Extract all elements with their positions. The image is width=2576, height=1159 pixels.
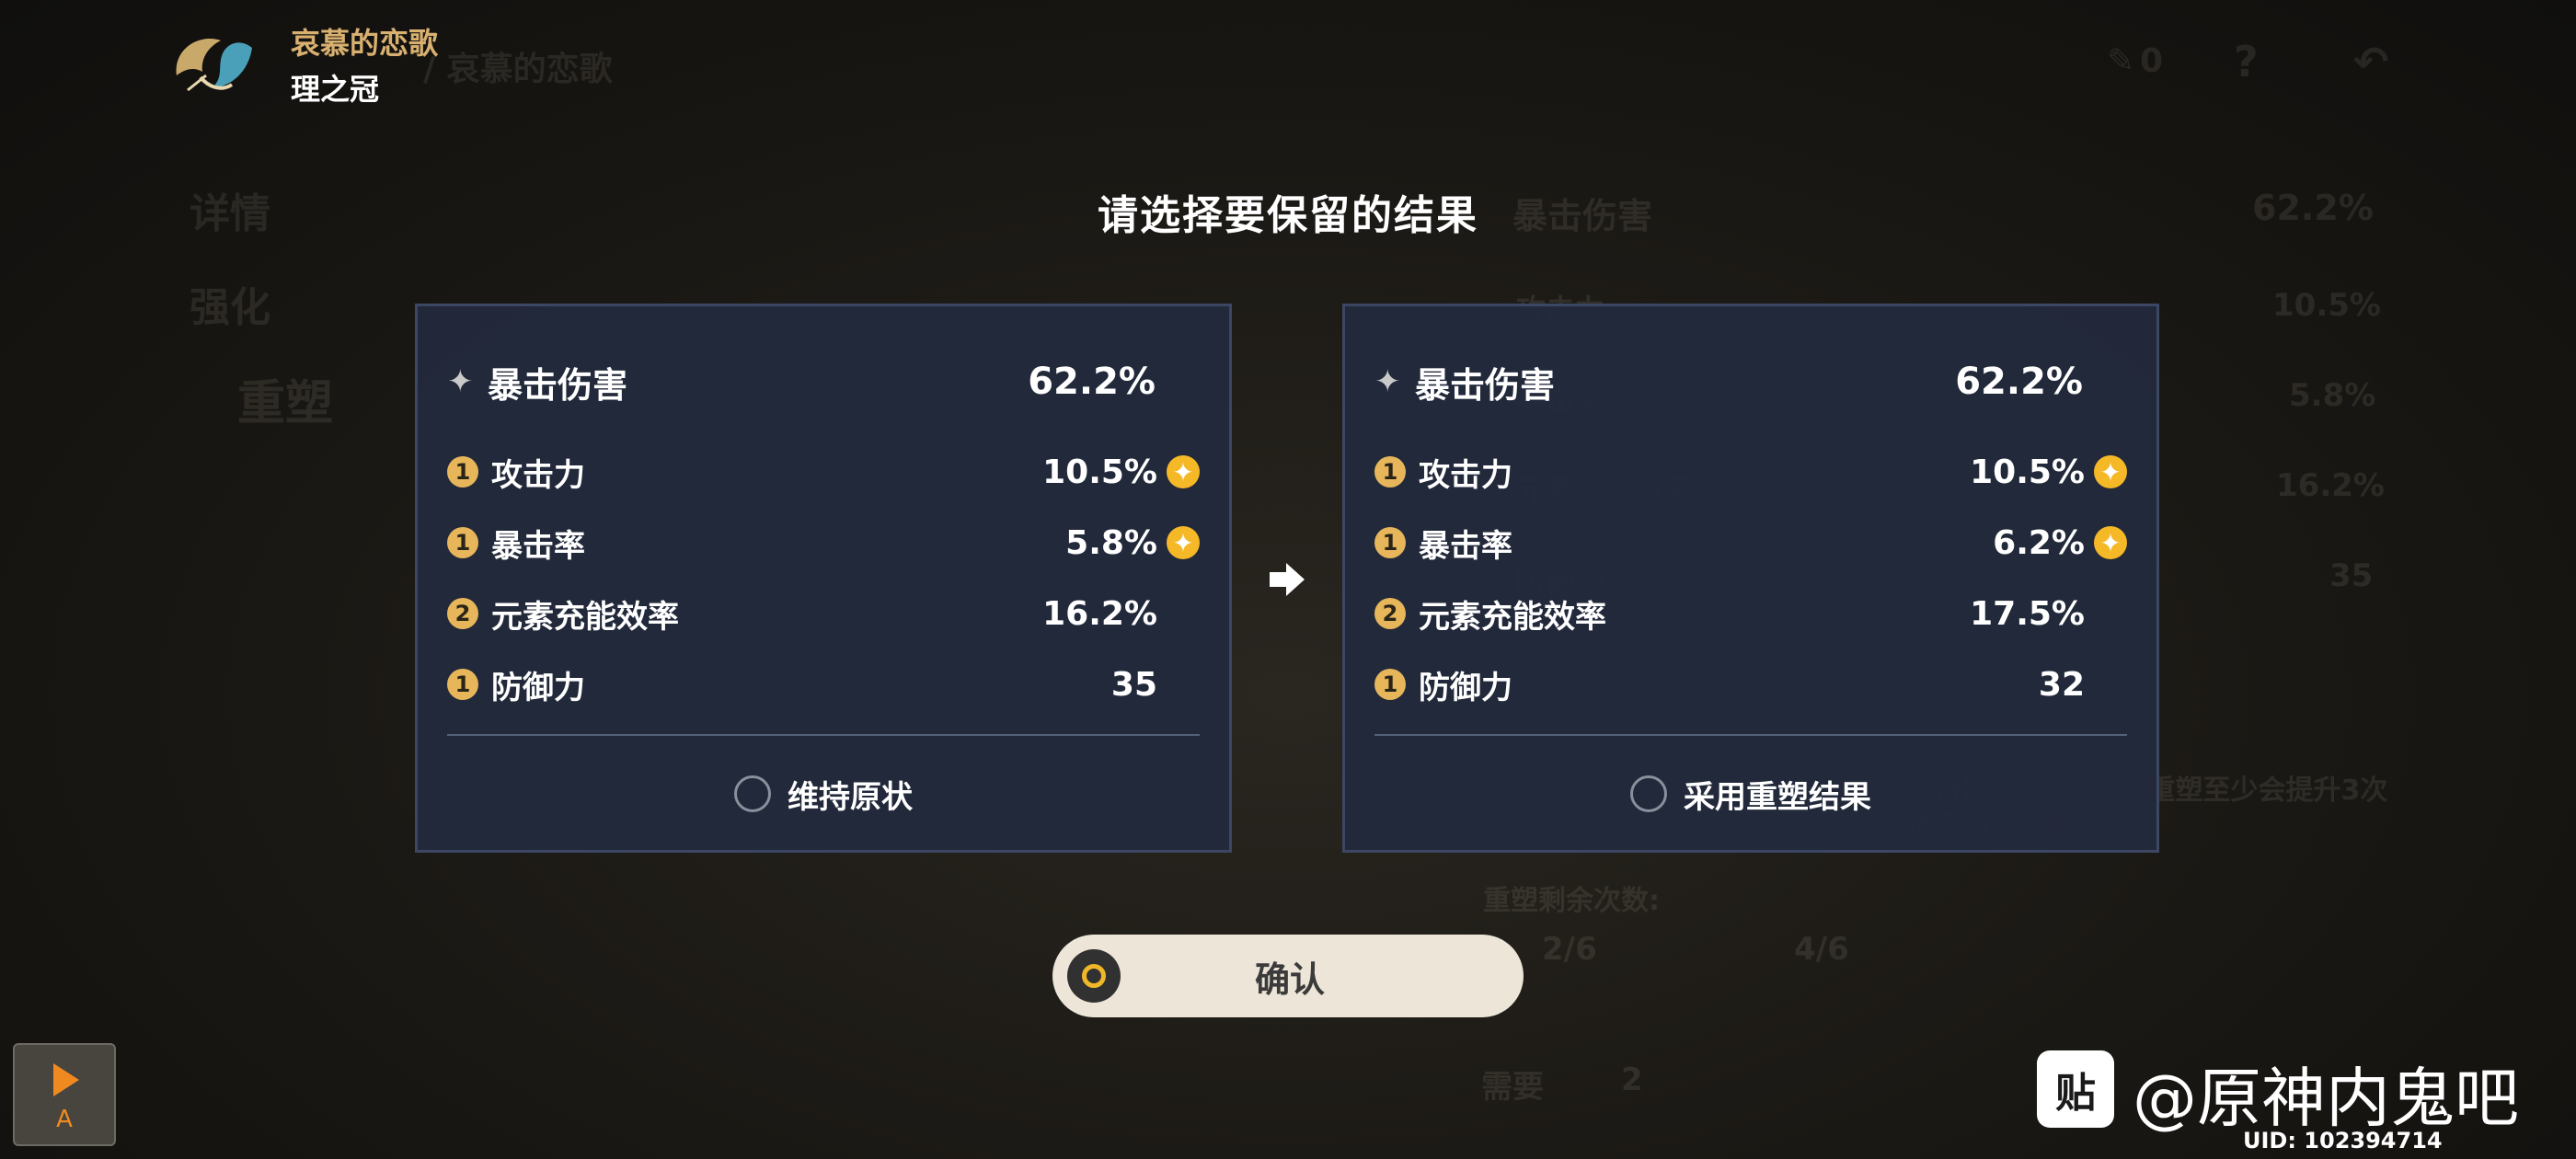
original-result-panel[interactable]: ✦ 暴击伤害 62.2% 1 攻击力 10.5% ✦ 1 暴击率 5.8% ✦ … (415, 304, 1232, 853)
substat-name: 暴击率 (491, 527, 585, 565)
sparkle-icon: ✦ (447, 363, 474, 400)
roll-count-badge: 1 (1374, 527, 1406, 558)
reshape-result-panel[interactable]: ✦ 暴击伤害 62.2% 1 攻击力 10.5% ✦ 1 暴击率 6.2% ✦ … (1342, 304, 2159, 853)
bg-sub-value-2: 16.2% (2276, 467, 2385, 504)
substat-row: 1 防御力 35 (447, 657, 1200, 712)
substat-row: 2 元素充能效率 16.2% (447, 586, 1200, 641)
radio-button[interactable] (1630, 775, 1667, 812)
roll-count-badge: 1 (1374, 669, 1406, 700)
bg-need-value: 2 (1621, 1061, 1643, 1098)
main-stat-row: ✦ 暴击伤害 62.2% (1374, 352, 2083, 411)
bg-sub-value-1: 5.8% (2289, 377, 2376, 414)
substat-row: 2 元素充能效率 17.5% (1374, 586, 2127, 641)
substat-row: 1 防御力 32 (1374, 657, 2127, 712)
artifact-set-name: 哀慕的恋歌 (291, 26, 439, 61)
substat-row: 1 暴击率 6.2% ✦ (1374, 515, 2127, 570)
keep-original-label: 维持原状 (788, 778, 913, 816)
bg-breadcrumb: / 哀慕的恋歌 (423, 51, 613, 88)
substat-row: 1 暴击率 5.8% ✦ (447, 515, 1200, 570)
star-upgrade-icon: ✦ (2094, 455, 2127, 488)
bg-feather-icon: ✎ (2107, 42, 2135, 80)
uid-text: UID: 102394714 (2243, 1128, 2443, 1153)
roll-count-badge: 2 (447, 598, 478, 629)
use-reshape-option[interactable]: 采用重塑结果 (1345, 762, 2156, 826)
substat-row: 1 攻击力 10.5% ✦ (1374, 444, 2127, 499)
watermark-text: @原神内鬼吧 (2133, 1061, 2519, 1136)
substat-value: 16.2% (1042, 594, 1157, 633)
bg-sub-value-0: 10.5% (2272, 287, 2381, 324)
substat-name: 防御力 (491, 669, 585, 706)
bg-progress-to: 4/6 (1794, 931, 1849, 968)
star-upgrade-icon: ✦ (2094, 526, 2127, 559)
roll-count-badge: 2 (1374, 598, 1406, 629)
star-upgrade-icon: ✦ (1167, 455, 1200, 488)
confirm-label: 确认 (1254, 958, 1325, 1000)
bg-nav-1: 强化 (190, 284, 270, 331)
artifact-slot-name: 理之冠 (291, 72, 380, 107)
roll-count-badge: 1 (447, 527, 478, 558)
bg-progress-from: 2/6 (1542, 931, 1597, 968)
substat-value: 10.5% (1042, 453, 1157, 491)
main-stat-name: 暴击伤害 (1415, 364, 1556, 406)
substat-name: 攻击力 (1419, 456, 1512, 494)
substat-name: 暴击率 (1419, 527, 1512, 565)
use-reshape-label: 采用重塑结果 (1684, 778, 1871, 816)
confirm-ring-icon (1067, 949, 1121, 1003)
substat-value: 5.8% (1065, 523, 1157, 562)
substat-value: 17.5% (1970, 594, 2085, 633)
substat-value: 35 (1110, 665, 1157, 704)
substat-name: 元素充能效率 (491, 598, 679, 636)
dialog-title: 请选择要保留的结果 (1098, 192, 1478, 239)
divider (447, 734, 1200, 736)
roll-count-badge: 1 (447, 669, 478, 700)
substat-name: 防御力 (1419, 669, 1512, 706)
sparkle-icon: ✦ (1374, 363, 1401, 400)
play-button[interactable]: A (13, 1043, 116, 1146)
play-label: A (56, 1106, 73, 1133)
bg-progress-label: 重塑剩余次数: (1483, 885, 1660, 917)
main-stat-name: 暴击伤害 (488, 364, 628, 406)
roll-count-badge: 1 (447, 456, 478, 488)
substat-value: 32 (2038, 665, 2085, 704)
tieba-icon: 贴 (2037, 1050, 2114, 1128)
substat-row: 1 攻击力 10.5% ✦ (447, 444, 1200, 499)
bg-sub-value-3: 35 (2329, 557, 2374, 594)
confirm-button[interactable]: 确认 (1052, 935, 1524, 1017)
bg-need-label: 需要 (1481, 1069, 1544, 1106)
bg-nav-2: 重塑 (237, 376, 334, 431)
bg-count: 0 (2140, 42, 2164, 80)
main-stat-value: 62.2% (1028, 361, 1156, 403)
radio-button[interactable] (734, 775, 771, 812)
substat-name: 元素充能效率 (1419, 598, 1606, 636)
bg-help-icon: ? (2234, 37, 2259, 86)
feather-crown-icon (164, 20, 265, 103)
arrow-right-icon (1268, 561, 1306, 598)
star-upgrade-icon: ✦ (1167, 526, 1200, 559)
bg-back-icon: ↶ (2353, 37, 2389, 86)
keep-original-option[interactable]: 维持原状 (418, 762, 1229, 826)
substat-value: 6.2% (1993, 523, 2085, 562)
main-stat-value: 62.2% (1955, 361, 2083, 403)
substat-value: 10.5% (1970, 453, 2085, 491)
substat-name: 攻击力 (491, 456, 585, 494)
play-icon (53, 1063, 79, 1096)
roll-count-badge: 1 (1374, 456, 1406, 488)
divider (1374, 734, 2127, 736)
main-stat-row: ✦ 暴击伤害 62.2% (447, 352, 1156, 411)
